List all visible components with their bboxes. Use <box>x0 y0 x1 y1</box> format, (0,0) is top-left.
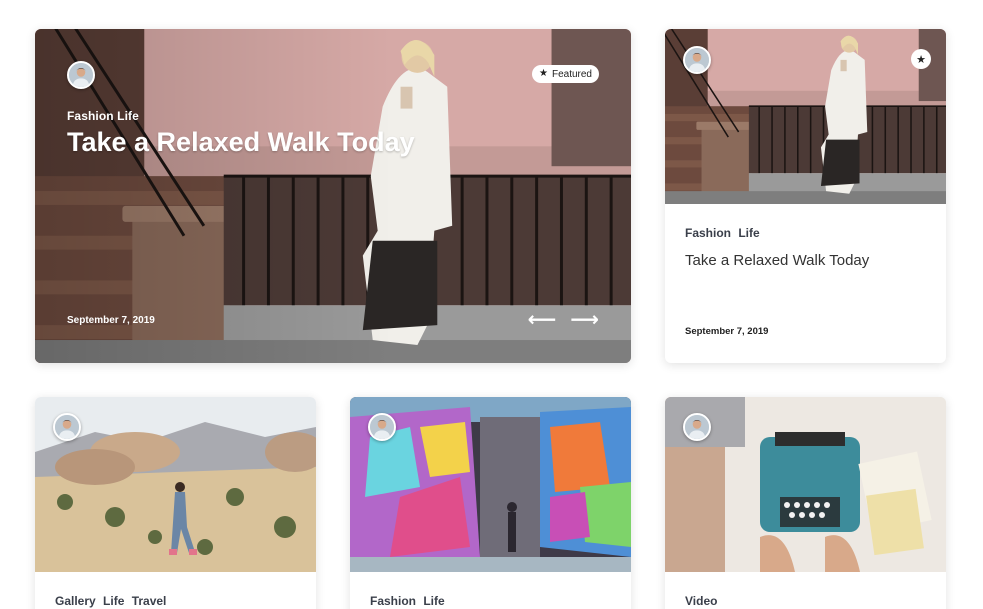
featured-post-card[interactable]: ★ Featured Fashion Life Take a Relaxed W… <box>35 29 631 363</box>
author-avatar[interactable] <box>683 46 711 74</box>
post-categories[interactable]: Fashion Life <box>370 594 445 608</box>
post-date: September 7, 2019 <box>67 315 155 326</box>
side-post-body: Fashion Life Take a Relaxed Walk Today <box>685 226 869 269</box>
author-avatar[interactable] <box>683 413 711 441</box>
grid-post-body: Fashion Life <box>370 594 445 608</box>
post-date: September 7, 2019 <box>685 326 769 337</box>
featured-badge: ★ Featured <box>532 65 599 83</box>
post-title[interactable]: Take a Relaxed Walk Today <box>685 252 869 269</box>
grid-post-card[interactable]: Fashion Life <box>350 397 631 609</box>
author-avatar[interactable] <box>53 413 81 441</box>
star-icon: ★ <box>911 49 931 69</box>
star-icon: ★ <box>539 68 548 79</box>
author-avatar[interactable] <box>67 61 95 89</box>
post-categories[interactable]: Gallery Life Travel <box>55 594 166 608</box>
post-categories[interactable]: Fashion Life <box>685 226 869 240</box>
grid-post-card[interactable]: Video <box>665 397 946 609</box>
post-title[interactable]: Take a Relaxed Walk Today <box>67 127 415 158</box>
side-post-card[interactable]: ★ Fashion Life Take a Relaxed Walk Today… <box>665 29 946 363</box>
grid-post-body: Gallery Life Travel <box>55 594 166 608</box>
post-categories[interactable]: Video <box>685 594 717 608</box>
arrow-right-icon[interactable]: ⟶ <box>570 310 599 330</box>
grid-post-card[interactable]: Gallery Life Travel <box>35 397 316 609</box>
featured-badge-label: Featured <box>551 68 592 80</box>
slider-controls: ⟵ ⟶ <box>528 310 599 330</box>
author-avatar[interactable] <box>368 413 396 441</box>
grid-post-body: Video <box>685 594 717 608</box>
post-categories[interactable]: Fashion Life <box>67 109 139 123</box>
arrow-left-icon[interactable]: ⟵ <box>528 310 557 330</box>
